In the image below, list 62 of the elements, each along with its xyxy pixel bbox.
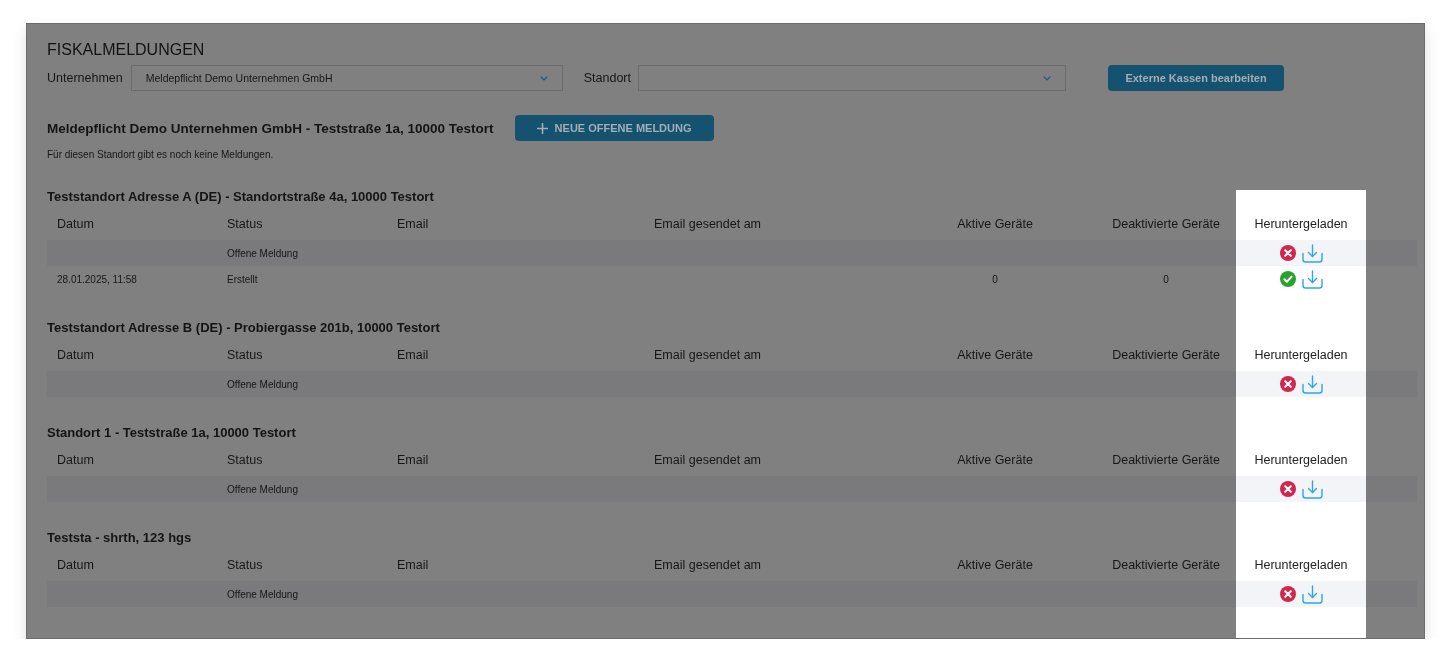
download-button[interactable] [1301,479,1323,499]
field-label: Unternehmen [47,71,123,85]
download-button[interactable] [1301,374,1323,394]
download-button[interactable] [1301,584,1323,604]
section-title: Teststandort Adresse A (DE) - Standortstraße 4a, 10000 Testort [47,187,434,205]
column-header: Aktive Geräte [957,453,1033,467]
column-header: Aktive Geräte [957,348,1033,362]
column-header: Email [397,558,429,572]
column-header: Datum [57,453,94,467]
table-cell: Erstellt [227,273,258,285]
download-icon [1301,584,1323,604]
download-button[interactable] [1301,243,1323,263]
section-title: Teststa - shrth, 123 hgs [47,528,192,546]
column-header: Email gesendet am [654,453,761,467]
table-cell: 0 [992,273,998,285]
column-header: Datum [57,558,94,572]
page-title: FISKALMELDUNGEN [47,40,205,60]
empty-note: Für diesen Standort gibt es noch keine Meldungen. [47,148,274,162]
table-cell: Offene Meldung [227,378,298,390]
field-label: Standort [583,71,631,85]
column-header: Heruntergeladen [1254,217,1348,231]
column-header: Deaktivierte Geräte [1112,217,1220,231]
column-header: Email [397,453,429,467]
column-header: Status [227,558,263,572]
location-select[interactable] [638,65,1066,91]
column-header: Datum [57,348,94,362]
column-header: Deaktivierte Geräte [1112,453,1220,467]
column-header: Email gesendet am [654,348,761,362]
company-heading: Meldepflicht Demo Unternehmen GmbH - Teststraße 1a, 10000 Testort [47,120,494,136]
new-report-button[interactable]: NEUE OFFENE MELDUNG [514,115,714,141]
download-icon [1301,243,1323,263]
column-header: Deaktivierte Geräte [1112,558,1220,572]
section-title: Teststandort Adresse B (DE) - Probiergasse 201b, 10000 Testort [47,318,440,336]
column-header: Email [397,217,429,231]
column-header: Aktive Geräte [957,558,1033,572]
company-select[interactable]: Meldepflicht Demo Unternehmen GmbH [130,65,563,91]
column-header: Heruntergeladen [1254,348,1348,362]
table-cell: Offene Meldung [227,588,298,600]
column-header: Status [227,217,263,231]
column-header: Heruntergeladen [1254,453,1348,467]
table-cell: 0 [1163,273,1169,285]
download-icon [1301,479,1323,499]
chevron-down-icon [1043,75,1051,81]
download-icon [1301,374,1323,394]
column-header: Datum [57,217,94,231]
table-cell: Offene Meldung [227,247,298,259]
column-header: Status [227,348,263,362]
edit-registers-button[interactable]: Externe Kassen bearbeiten [1108,65,1284,91]
download-icon [1301,269,1323,289]
download-button[interactable] [1301,269,1323,289]
table-cell: 28.01.2025, 11:58 [57,273,137,285]
chevron-down-icon [539,75,548,81]
column-header: Aktive Geräte [957,217,1033,231]
column-header: Status [227,453,263,467]
column-header: Deaktivierte Geräte [1112,348,1220,362]
column-header: Email gesendet am [654,217,761,231]
section-title: Standort 1 - Teststraße 1a, 10000 Testort [47,423,296,441]
column-header: Email [397,348,429,362]
column-header: Email gesendet am [654,558,761,572]
table-cell: Offene Meldung [227,483,298,495]
plus-icon [536,122,548,134]
column-header: Heruntergeladen [1254,558,1348,572]
